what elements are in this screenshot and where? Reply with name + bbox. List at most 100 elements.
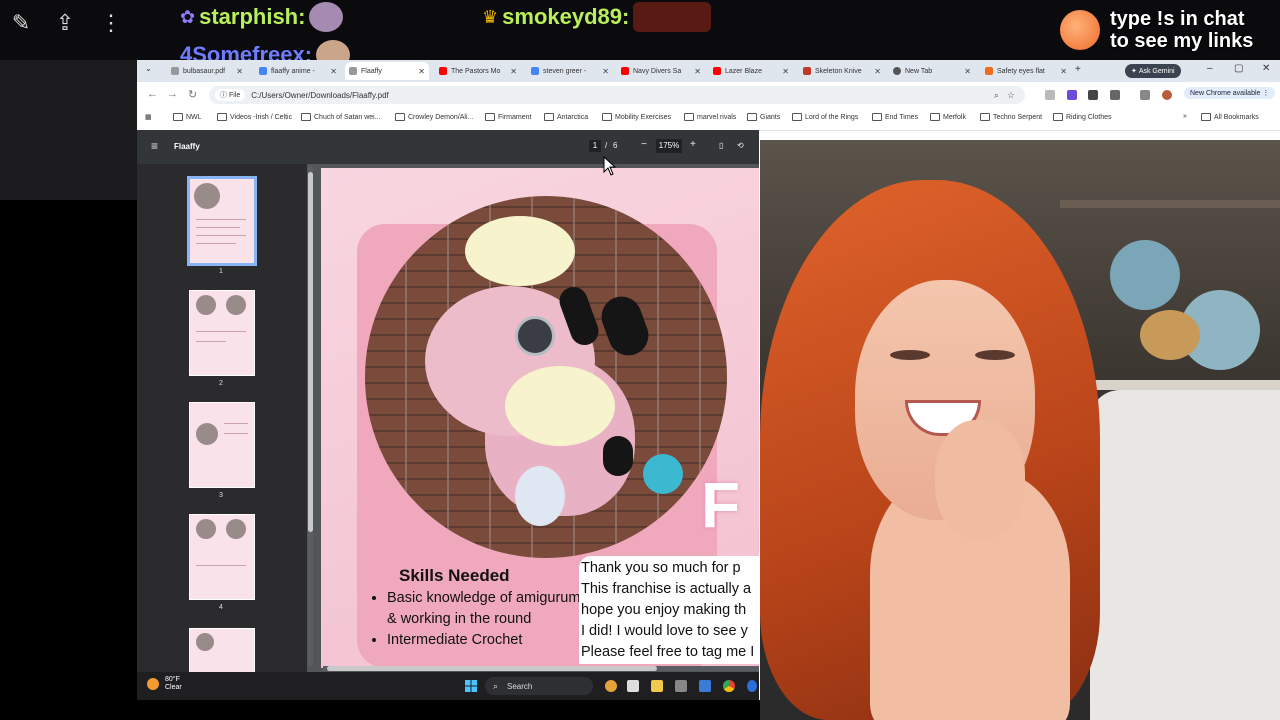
app-icon[interactable]: [747, 680, 757, 692]
close-window-icon[interactable]: ✕: [1262, 63, 1270, 74]
share-icon[interactable]: ⇪: [52, 10, 78, 36]
bookmark-folder[interactable]: End Times: [872, 113, 918, 121]
extension-icon[interactable]: [1067, 90, 1077, 100]
profile-avatar[interactable]: [1162, 90, 1172, 100]
app-icon[interactable]: [675, 680, 687, 692]
zoom-out-icon[interactable]: −: [641, 139, 647, 150]
close-icon[interactable]: ✕: [602, 67, 609, 76]
close-icon[interactable]: ✕: [236, 67, 243, 76]
tab-label: The Pastors Mo: [451, 67, 501, 75]
rotate-icon[interactable]: ⟲: [737, 141, 744, 150]
thumb-image: [196, 519, 216, 539]
text-line: This franchise is actually a: [581, 581, 752, 597]
back-icon[interactable]: ←: [147, 88, 158, 100]
bookmark-star-icon[interactable]: ☆: [1007, 90, 1015, 101]
thumb-text: [196, 219, 246, 220]
bookmark-folder[interactable]: Chuch of Satan wei...: [301, 113, 381, 121]
close-icon[interactable]: ✕: [964, 67, 971, 76]
tab[interactable]: Navy Divers Sa ✕: [617, 62, 705, 80]
zoom-icon[interactable]: ⌕: [994, 90, 999, 101]
weather-widget[interactable]: 80°F Clear: [165, 676, 182, 692]
page-thumbnail[interactable]: [187, 176, 257, 266]
menu-icon[interactable]: ≡: [151, 139, 158, 153]
bookmark-folder[interactable]: Lord of the Rings: [792, 113, 858, 121]
tab[interactable]: bulbasaur.pdf ✕: [167, 62, 247, 80]
widget-icon[interactable]: [605, 680, 617, 692]
weather-condition: Clear: [165, 684, 182, 691]
bookmark-folder[interactable]: Merfolk: [930, 113, 966, 121]
more-icon[interactable]: ⋮: [98, 10, 124, 36]
tab-active[interactable]: Flaaffy ✕: [345, 62, 429, 80]
store-icon[interactable]: [699, 680, 711, 692]
page-thumbnail[interactable]: [189, 628, 255, 674]
apps-icon[interactable]: ▦: [145, 113, 152, 121]
task-view-icon[interactable]: [627, 680, 639, 692]
vertical-scrollbar[interactable]: [308, 166, 313, 666]
close-icon[interactable]: ✕: [510, 67, 517, 76]
pencil-icon[interactable]: ✎: [8, 10, 34, 36]
zoom-in-icon[interactable]: +: [690, 139, 696, 150]
bookmark-folder[interactable]: marvel rivals: [684, 113, 736, 121]
page-thumbnail[interactable]: [189, 514, 255, 600]
close-icon[interactable]: ✕: [874, 67, 881, 76]
bookmark-folder[interactable]: Mobility Exercises: [602, 113, 671, 121]
tab[interactable]: The Pastors Mo ✕: [435, 62, 521, 80]
tab[interactable]: Safety eyes flat ✕: [981, 62, 1071, 80]
youtube-icon: [713, 67, 721, 75]
ask-gemini-button[interactable]: ✦ Ask Gemini: [1125, 64, 1181, 78]
bookmark-folder[interactable]: Antarctica: [544, 113, 588, 121]
bookmark-label: Techno Serpent: [993, 113, 1043, 121]
bookmark-folder[interactable]: Techno Serpent: [980, 113, 1042, 121]
more-bookmarks-icon[interactable]: »: [1183, 113, 1187, 120]
chat-message: ♛ smokeyd89:: [482, 2, 712, 32]
close-icon[interactable]: ✕: [418, 67, 425, 76]
forward-icon[interactable]: →: [167, 88, 178, 100]
bookmark-folder[interactable]: Riding Clothes: [1053, 113, 1112, 121]
page-number-input[interactable]: 1: [589, 140, 601, 152]
taskbar-search[interactable]: ⌕ Search: [485, 677, 593, 695]
bookmark-label: All Bookmarks: [1214, 113, 1259, 121]
windows-start-icon[interactable]: [465, 680, 477, 692]
bookmark-folder[interactable]: Crowley Demon/Ali...: [395, 113, 473, 121]
address-bar[interactable]: ⓘ File C:/Users/Owner/Downloads/Flaaffy.…: [209, 86, 1025, 104]
fit-page-icon[interactable]: ▯: [719, 141, 723, 150]
extension-icon[interactable]: [1045, 90, 1055, 100]
close-icon[interactable]: ✕: [694, 67, 701, 76]
maximize-icon[interactable]: ▢: [1234, 63, 1243, 74]
puzzle-icon[interactable]: [1110, 90, 1120, 100]
site-info-chip[interactable]: ⓘ File: [215, 89, 246, 101]
url-text[interactable]: C:/Users/Owner/Downloads/Flaaffy.pdf: [251, 91, 389, 100]
page-thumbnail[interactable]: [189, 290, 255, 376]
bookmark-label: Videos -Irish / Celtic: [230, 113, 293, 121]
file-explorer-icon[interactable]: [651, 680, 663, 692]
update-chrome-button[interactable]: New Chrome available ⋮: [1184, 87, 1276, 99]
extension-icon[interactable]: [1088, 90, 1098, 100]
tab[interactable]: New Tab ✕: [889, 62, 975, 80]
scrollbar-thumb[interactable]: [308, 172, 313, 532]
bookmark-folder[interactable]: Videos -Irish / Celtic: [217, 113, 292, 121]
page-thumbnail[interactable]: [189, 402, 255, 488]
close-icon[interactable]: ✕: [330, 67, 337, 76]
minimize-icon[interactable]: –: [1207, 63, 1213, 74]
new-tab-icon[interactable]: +: [1075, 64, 1081, 75]
pdf-viewport[interactable]: F Skills Needed Basic knowledge of amigu…: [307, 164, 759, 672]
close-icon[interactable]: ✕: [782, 67, 789, 76]
all-bookmarks[interactable]: All Bookmarks: [1201, 113, 1259, 121]
bookmark-folder[interactable]: Giants: [747, 113, 780, 121]
close-icon[interactable]: ✕: [1060, 67, 1067, 76]
tab[interactable]: flaaffy anime - ✕: [255, 62, 341, 80]
media-icon[interactable]: [1140, 90, 1150, 100]
horizontal-scrollbar[interactable]: [323, 666, 759, 671]
bookmark-folder[interactable]: NWL: [173, 113, 202, 121]
chat-message: ✿ starphish:: [180, 2, 344, 32]
tab[interactable]: Lazer Blaze ✕: [709, 62, 793, 80]
zoom-level-input[interactable]: 175%: [656, 139, 682, 153]
tab-search-icon[interactable]: ⌄: [145, 64, 152, 73]
tab[interactable]: steven greer - ✕: [527, 62, 613, 80]
chrome-icon[interactable]: [723, 680, 735, 692]
thumbnail-label: 4: [219, 604, 223, 611]
reload-icon[interactable]: ↻: [188, 88, 197, 101]
tab[interactable]: Skeleton Knive ✕: [799, 62, 885, 80]
bookmark-folder[interactable]: Firmament: [485, 113, 531, 121]
scrollbar-thumb[interactable]: [327, 666, 657, 671]
